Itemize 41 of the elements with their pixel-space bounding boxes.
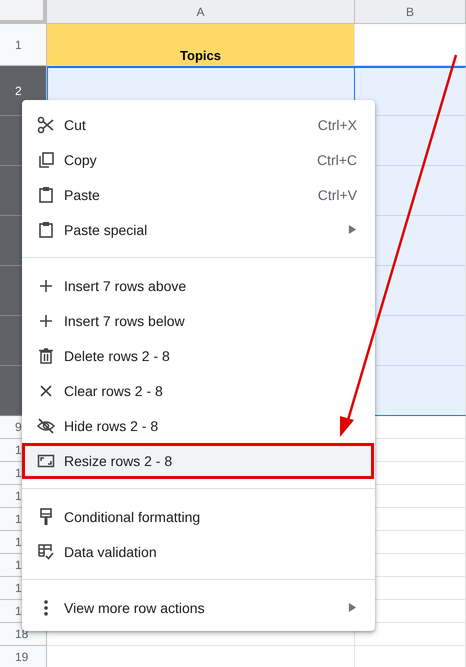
menu-item[interactable]: Insert 7 rows below bbox=[22, 303, 375, 338]
menu-item-label: Data validation bbox=[64, 544, 158, 560]
menu-item-label: Clear rows 2 - 8 bbox=[64, 382, 164, 398]
table-check-icon bbox=[36, 542, 56, 562]
menu-item[interactable]: Clear rows 2 - 8 bbox=[22, 373, 375, 408]
trash-icon bbox=[36, 346, 56, 366]
menu-item[interactable]: View more row actions bbox=[22, 590, 375, 625]
menu-item-label: Delete rows 2 - 8 bbox=[64, 348, 171, 364]
menu-item-label: Resize rows 2 - 8 bbox=[64, 452, 174, 468]
menu-item[interactable]: Copy Ctrl+C bbox=[22, 142, 375, 177]
more-icon bbox=[44, 600, 48, 616]
row-header[interactable]: 1 bbox=[0, 24, 47, 66]
shortcut-label: Ctrl+V bbox=[318, 186, 357, 202]
menu-item[interactable]: Paste Ctrl+V bbox=[22, 177, 375, 212]
menu-item-label: Paste special bbox=[64, 222, 148, 238]
table-cell: Topics bbox=[47, 24, 355, 66]
shortcut-label: Ctrl+C bbox=[316, 152, 357, 168]
menu-item-label: Insert 7 rows above bbox=[64, 278, 188, 294]
shortcut-label: Ctrl+X bbox=[318, 116, 357, 132]
clipboard-icon bbox=[36, 184, 56, 204]
menu-item-label: Paste bbox=[64, 186, 101, 202]
eye-slash-icon bbox=[36, 416, 56, 436]
column-header[interactable]: A bbox=[47, 0, 355, 24]
menu-item-label: Copy bbox=[64, 152, 98, 168]
menu-item-label: Insert 7 rows below bbox=[64, 312, 186, 328]
menu-item-label: View more row actions bbox=[64, 600, 206, 616]
clipboard-icon bbox=[36, 220, 56, 240]
menu-item-label: Conditional formatting bbox=[64, 508, 202, 524]
copy-icon bbox=[36, 150, 56, 170]
scissors-icon bbox=[36, 114, 56, 134]
menu-item-label: Hide rows 2 - 8 bbox=[64, 418, 160, 434]
menu-item[interactable]: Data validation bbox=[22, 534, 375, 569]
column-header[interactable]: B bbox=[355, 0, 466, 24]
menu-item[interactable]: Hide rows 2 - 8 bbox=[22, 408, 375, 443]
sheet-corner[interactable] bbox=[0, 0, 47, 24]
menu-item[interactable]: Paste special bbox=[22, 212, 375, 247]
menu-item[interactable]: Insert 7 rows above bbox=[22, 268, 375, 303]
menu-item[interactable]: Conditional formatting bbox=[22, 499, 375, 534]
menu-item-label: Cut bbox=[64, 116, 87, 132]
menu-item[interactable]: Delete rows 2 - 8 bbox=[22, 338, 375, 373]
row-header[interactable]: 19 bbox=[0, 646, 47, 667]
